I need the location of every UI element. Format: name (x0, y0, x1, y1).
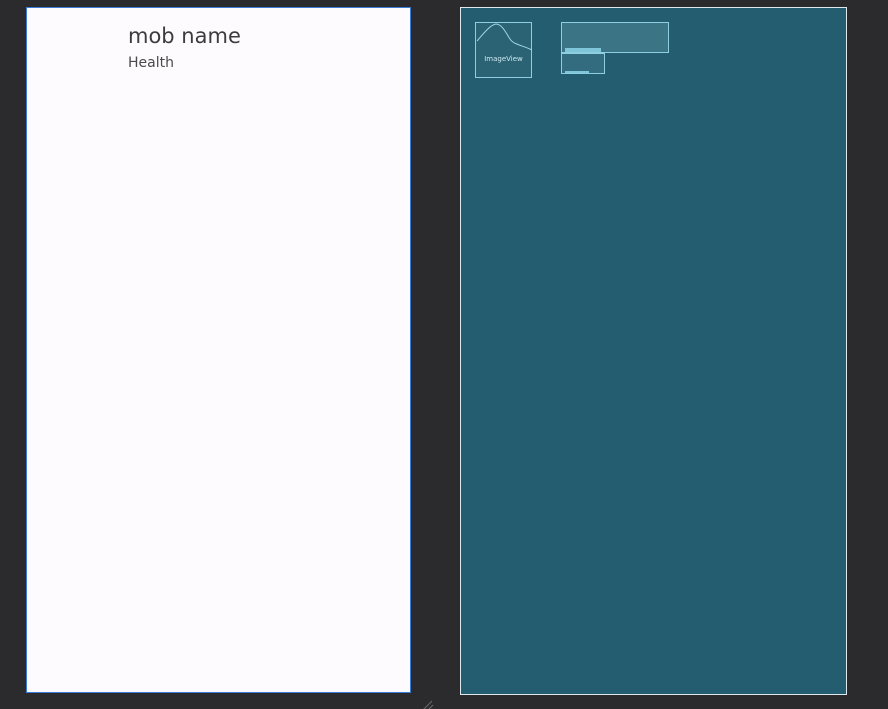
blueprint-preview[interactable]: ImageView (460, 7, 847, 695)
blueprint-mob-name-text[interactable] (561, 22, 669, 53)
image-view-label: ImageView (484, 55, 523, 63)
resize-handle-icon[interactable] (420, 697, 434, 709)
health-text[interactable]: Health (128, 55, 174, 71)
blueprint-image-view[interactable]: ImageView (475, 22, 533, 78)
image-placeholder-icon (476, 23, 533, 51)
text-baseline-marker (565, 48, 601, 52)
layout-editor-canvas: mob name Health ImageView (0, 0, 888, 709)
design-preview[interactable]: mob name Health (26, 7, 411, 693)
mob-name-text[interactable]: mob name (128, 24, 241, 48)
text-baseline-marker (565, 71, 589, 73)
blueprint-health-text[interactable] (561, 53, 605, 74)
